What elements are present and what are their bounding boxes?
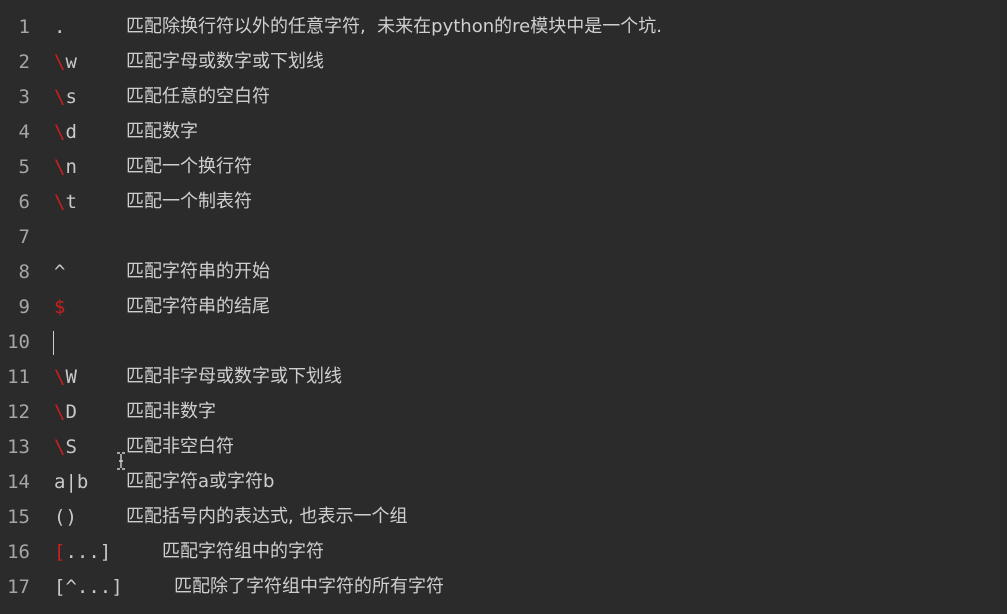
code-line[interactable]: 8 ^ 匹配字符串的开始	[0, 255, 1007, 290]
line-number: 17	[7, 576, 30, 598]
line-description: 匹配字符组中的字符	[162, 541, 324, 562]
line-number: 7	[18, 226, 30, 248]
regex-token-text: s	[65, 86, 77, 108]
code-line[interactable]: 2 \w 匹配字母或数字或下划线	[0, 45, 1007, 80]
regex-token-text: t	[65, 191, 77, 213]
code-line[interactable]: 13 \S 匹配非空白符	[0, 430, 1007, 465]
line-number: 11	[7, 366, 30, 388]
line-number: 14	[7, 471, 30, 493]
line-description: 匹配字母或数字或下划线	[126, 51, 324, 72]
code-line[interactable]: 4 \d 匹配数字	[0, 115, 1007, 150]
line-number: 9	[18, 296, 30, 318]
regex-token: \d	[54, 121, 77, 143]
regex-escape: \	[54, 191, 66, 213]
code-editor[interactable]: 1 . 匹配除换行符以外的任意字符, 未来在python的re模块中是一个坑. …	[0, 0, 1007, 614]
code-line[interactable]: 11 \W 匹配非字母或数字或下划线	[0, 360, 1007, 395]
line-description: 匹配除了字符组中字符的所有字符	[174, 576, 444, 597]
line-description: 匹配括号内的表达式, 也表示一个组	[126, 506, 408, 527]
regex-token: \w	[54, 51, 77, 73]
regex-token: ^	[54, 261, 65, 283]
code-line[interactable]: 3 \s 匹配任意的空白符	[0, 80, 1007, 115]
code-line[interactable]: 15 () 匹配括号内的表达式, 也表示一个组	[0, 500, 1007, 535]
regex-escape: [	[54, 541, 66, 563]
line-description: 匹配任意的空白符	[126, 86, 270, 107]
code-line-current[interactable]: 10	[0, 325, 1007, 360]
regex-token-text: W	[65, 366, 77, 388]
regex-token-text: .	[54, 16, 66, 38]
regex-token: \W	[54, 366, 77, 388]
regex-escape: \	[54, 51, 66, 73]
line-description: 匹配非字母或数字或下划线	[126, 366, 342, 387]
regex-escape: \	[54, 86, 66, 108]
line-number: 15	[7, 506, 30, 528]
line-description: 匹配一个换行符	[126, 156, 252, 177]
regex-escape: \	[54, 436, 66, 458]
line-number: 1	[18, 16, 30, 38]
regex-token: \s	[54, 86, 77, 108]
regex-token-text: d	[65, 121, 77, 143]
regex-escape: \	[54, 366, 66, 388]
regex-token: [...]	[54, 541, 111, 563]
regex-token-text: ...]	[65, 541, 112, 563]
regex-token-text: n	[65, 156, 77, 178]
line-description: 匹配数字	[126, 121, 198, 142]
line-description: 匹配字符串的结尾	[126, 296, 270, 317]
line-number: 13	[7, 436, 30, 458]
code-line[interactable]: 6 \t 匹配一个制表符	[0, 185, 1007, 220]
line-number: 10	[7, 331, 30, 353]
line-description: 匹配字符a或字符b	[126, 471, 275, 492]
regex-token-text: D	[65, 401, 77, 423]
code-line[interactable]: 17 [^...] 匹配除了字符组中字符的所有字符	[0, 570, 1007, 605]
regex-token-text: ^	[54, 261, 66, 283]
line-description: 匹配非空白符	[126, 436, 234, 457]
line-description: 匹配非数字	[126, 401, 216, 422]
code-line[interactable]: 16 [...] 匹配字符组中的字符	[0, 535, 1007, 570]
line-number: 3	[18, 86, 30, 108]
line-description: 匹配一个制表符	[126, 191, 252, 212]
regex-escape: \	[54, 156, 66, 178]
regex-escape: $	[54, 296, 66, 318]
code-line[interactable]: 7	[0, 220, 1007, 255]
regex-escape: \	[54, 121, 66, 143]
code-line[interactable]: 9 $ 匹配字符串的结尾	[0, 290, 1007, 325]
regex-token-text: a|b	[54, 471, 89, 493]
code-line[interactable]: 5 \n 匹配一个换行符	[0, 150, 1007, 185]
regex-token: \t	[54, 191, 77, 213]
line-number: 5	[18, 156, 30, 178]
regex-token: .	[54, 16, 65, 38]
regex-token-text: ()	[54, 506, 77, 528]
line-description: 匹配除换行符以外的任意字符, 未来在python的re模块中是一个坑.	[126, 16, 662, 37]
regex-token: \n	[54, 156, 77, 178]
line-number: 6	[18, 191, 30, 213]
regex-token-text: w	[65, 51, 77, 73]
regex-token: [^...]	[54, 576, 123, 598]
text-cursor-icon	[117, 452, 125, 470]
regex-token: \S	[54, 436, 77, 458]
line-number: 16	[7, 541, 30, 563]
regex-token-text: S	[65, 436, 77, 458]
code-line[interactable]: 14 a|b 匹配字符a或字符b	[0, 465, 1007, 500]
line-number: 12	[7, 401, 30, 423]
regex-token-text: [^...]	[54, 576, 123, 598]
text-caret	[53, 331, 54, 355]
line-number: 4	[18, 121, 30, 143]
regex-token: $	[54, 296, 65, 318]
line-description: 匹配字符串的开始	[126, 261, 270, 282]
regex-token: \D	[54, 401, 77, 423]
line-number: 2	[18, 51, 30, 73]
regex-escape: \	[54, 401, 66, 423]
regex-token: ()	[54, 506, 77, 528]
code-line[interactable]: 1 . 匹配除换行符以外的任意字符, 未来在python的re模块中是一个坑.	[0, 10, 1007, 45]
line-number: 8	[18, 261, 30, 283]
regex-token: a|b	[54, 471, 88, 493]
code-line[interactable]: 12 \D 匹配非数字	[0, 395, 1007, 430]
